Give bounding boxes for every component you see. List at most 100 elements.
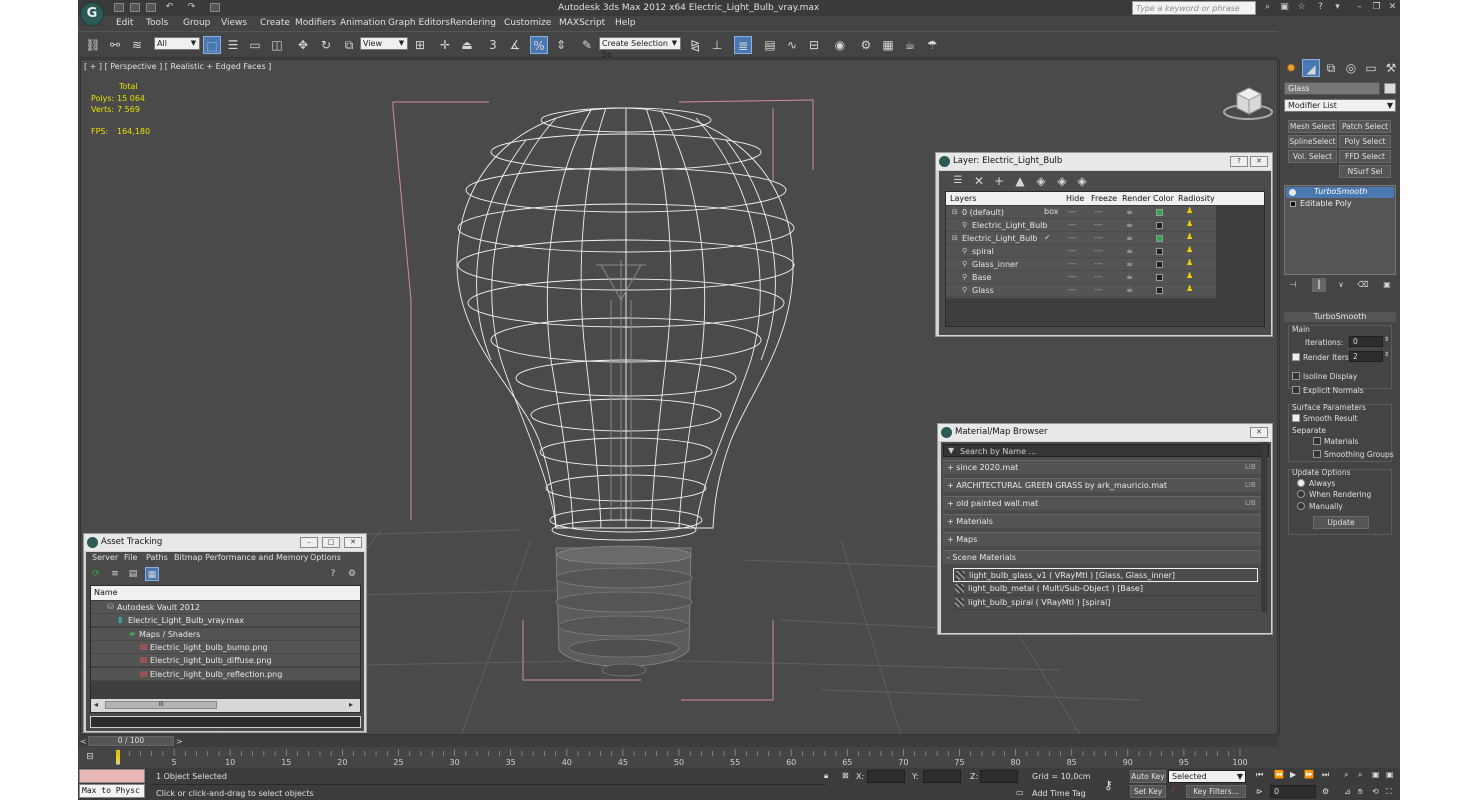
layer-color-swatch[interactable] [1156,222,1163,229]
freeze-all-layers-icon[interactable]: ◈ [1073,172,1091,190]
new-file-icon[interactable] [114,3,124,12]
scroll-left-icon[interactable]: ◂ [94,700,98,709]
layer-row[interactable]: ⚲ Electric_Light_Bulb --- --- ☕ ♟ [946,219,1216,232]
pivot-center-icon[interactable]: ⊞ [411,36,429,54]
close-icon[interactable]: ✕ [1250,427,1268,438]
subscription-icon[interactable]: ▣ [1279,2,1290,13]
light-bulb-icon[interactable] [1289,189,1296,196]
layer-color-swatch[interactable] [1156,248,1163,255]
minimize-icon[interactable]: – [1354,2,1365,13]
asset-path-field[interactable] [90,716,361,728]
material-search-input[interactable]: ▼ Search by Name ... [943,444,1269,457]
hide-all-layers-icon[interactable]: ◈ [1053,172,1071,190]
restore-icon[interactable]: ❐ [1371,2,1382,13]
configure-modifier-sets-icon[interactable]: ▣ [1380,278,1394,292]
close-icon[interactable]: ✕ [344,537,362,548]
communication-icon[interactable]: ☆ [1296,2,1307,13]
link-icon[interactable]: ⛓ [84,36,102,54]
next-frame-icon[interactable]: ⏩ [1304,770,1314,779]
menu-views[interactable]: Views [221,18,247,28]
layer-color-swatch[interactable] [1156,287,1163,294]
layer-name[interactable]: 0 (default) [962,208,1004,217]
open-file-icon[interactable] [130,3,140,12]
layer-color-swatch[interactable] [1156,235,1163,242]
time-slider[interactable]: < 0 / 100 > [78,735,1278,747]
hide-toggle[interactable]: --- [1068,272,1077,281]
menu-graph-editors[interactable]: Graph Editors [388,18,450,28]
rectangular-selection-icon[interactable]: ▭ [246,36,264,54]
spinner-snap-icon[interactable]: ⇕ [552,36,570,54]
unlink-icon[interactable]: ⚯ [106,36,124,54]
time-next-icon[interactable]: > [176,737,183,746]
pin-stack-icon[interactable]: ⊣ [1286,278,1300,292]
zoom-all-icon[interactable]: ⌕ [1358,770,1362,780]
time-configuration-icon[interactable]: ⚙ [1322,787,1329,796]
display-tab-icon[interactable]: ▭ [1362,59,1380,77]
hide-toggle[interactable]: --- [1068,259,1077,268]
list-view-icon[interactable]: ≡ [108,567,122,581]
render-teapot-icon[interactable]: ☕ [1126,220,1133,229]
layer-row[interactable]: ⚲ Base --- --- ☕ ♟ [946,271,1216,284]
material-browser-title[interactable]: Material/Map Browser [938,424,1272,441]
freeze-toggle[interactable]: --- [1094,220,1103,229]
smoothing-groups-checkbox[interactable] [1313,450,1321,458]
settings-icon[interactable]: ⚙ [345,567,359,581]
asset-row[interactable]: ▰ Maps / Shaders [91,627,360,641]
layer-row[interactable]: ⚲ spiral --- --- ☕ ♟ [946,245,1216,258]
material-group-header[interactable]: + Maps [943,532,1261,546]
menu-help[interactable]: Help [615,18,636,28]
menu-customize[interactable]: Customize [504,18,551,28]
scale-icon[interactable]: ⧉ [340,36,358,54]
render-teapot-icon[interactable]: ☕ [1126,233,1133,242]
render-production-icon[interactable]: ☕ [901,36,919,54]
angle-snap-icon[interactable]: ∡ [506,36,524,54]
poly-select-button[interactable]: Poly Select [1339,135,1391,148]
asset-row[interactable]: ▤ Electric_light_bulb_reflection.png [91,667,360,681]
layer-row[interactable]: ⚲ Glass --- --- ☕ ♟ [946,284,1216,297]
set-key-button[interactable]: Set Key [1130,785,1166,798]
key-mode-toggle-icon[interactable]: ⊳ [1256,787,1263,796]
freeze-toggle[interactable]: --- [1094,207,1103,216]
zoom-extents-icon[interactable]: ▣ [1372,770,1380,779]
selection-filter-dropdown[interactable]: All ▼ [154,37,200,50]
layer-manager-icon[interactable]: ≣ [734,36,752,54]
motion-tab-icon[interactable]: ◎ [1342,59,1360,77]
minimize-icon[interactable]: – [300,537,318,548]
table-view-icon[interactable]: ▦ [145,567,159,581]
separate-materials-checkbox[interactable] [1313,437,1321,445]
isoline-display-checkbox[interactable] [1292,372,1300,380]
pan-icon[interactable]: ✋︎ [1358,787,1363,797]
radiosity-lamp-icon[interactable]: ♟ [1186,232,1193,241]
select-object-icon[interactable]: ⬚ [203,36,221,54]
time-slider-thumb[interactable]: 0 / 100 [88,736,174,746]
hide-toggle[interactable]: --- [1068,285,1077,294]
hide-toggle[interactable]: --- [1068,233,1077,242]
menu-animation[interactable]: Animation [340,18,386,28]
render-iters-spinner[interactable]: 2 [1349,351,1383,362]
object-color-swatch[interactable] [1384,83,1396,94]
asset-menu-paths[interactable]: Paths [146,553,168,562]
create-tab-icon[interactable]: ✹ [1282,59,1300,77]
menu-maxscript[interactable]: MAXScript [559,18,605,28]
material-group-header[interactable]: + ARCHITECTURAL GREEN GRASS by ark_mauri… [943,478,1261,492]
material-group-header[interactable]: + Materials [943,514,1261,528]
material-group-header[interactable]: - Scene Materials [943,550,1261,564]
hide-toggle[interactable]: --- [1068,246,1077,255]
layer-manager-window[interactable]: Layer: Electric_Light_Bulb ? ✕ ☰ ✕ + ▲ ◈… [935,152,1273,337]
move-icon[interactable]: ✥ [294,36,312,54]
scroll-right-icon[interactable]: ▸ [349,700,353,709]
delete-layer-icon[interactable]: ✕ [970,172,988,190]
time-prev-icon[interactable]: < [80,737,87,746]
render-setup-icon[interactable]: ⚙ [857,36,875,54]
freeze-toggle[interactable]: --- [1094,285,1103,294]
stack-item-turbosmooth[interactable]: TurboSmooth [1286,187,1394,198]
hierarchy-tab-icon[interactable]: ⧉ [1322,59,1340,77]
make-unique-icon[interactable]: ∨ [1334,278,1348,292]
undo-icon[interactable]: ↶ [164,2,175,13]
vertical-scrollbar[interactable] [1261,442,1267,612]
menu-modifiers[interactable]: Modifiers [295,18,336,28]
remove-modifier-icon[interactable]: ⌫ [1356,278,1370,292]
goto-end-icon[interactable]: ⏭ [1322,770,1329,780]
keyboard-shortcut-override-icon[interactable]: ⏏ [458,36,476,54]
mirror-icon[interactable]: ⧎ [686,36,704,54]
